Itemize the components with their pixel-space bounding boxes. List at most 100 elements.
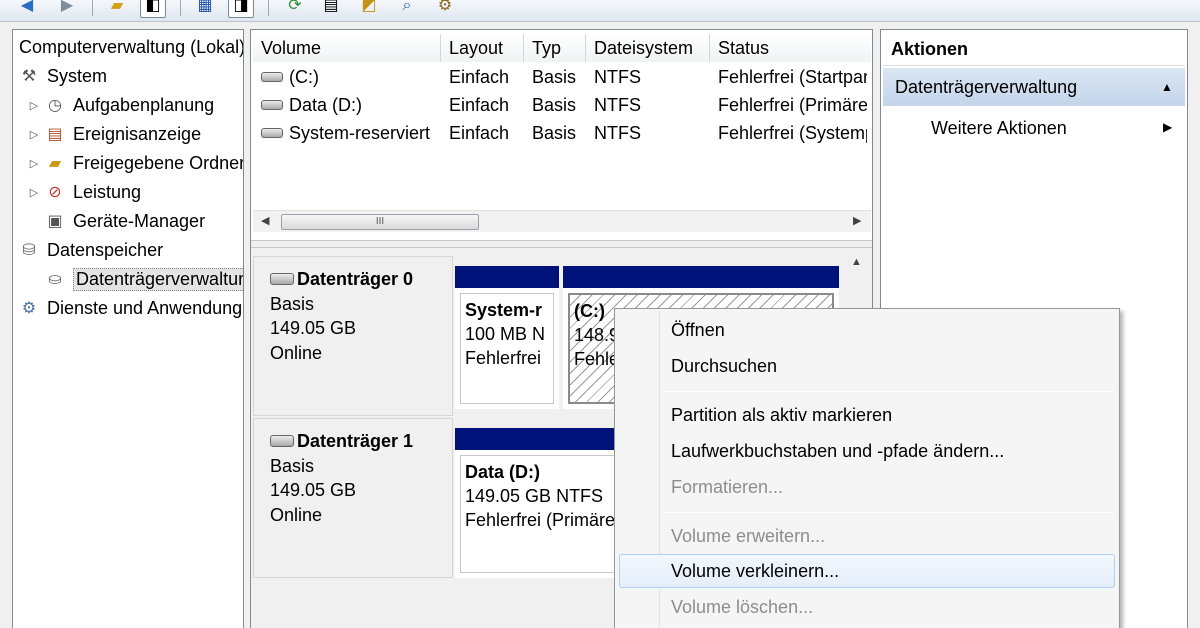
collapse-triangle-icon[interactable]: ▲: [1161, 68, 1173, 106]
tree-item-label: Freigegebene Ordner: [73, 152, 244, 173]
column-header-dateisystem[interactable]: Dateisystem: [586, 34, 710, 62]
toolbar-separator: [92, 0, 93, 16]
layout-cell: Einfach: [449, 122, 510, 143]
more-actions-label: Weitere Aktionen: [931, 118, 1067, 138]
partition-system-reserved[interactable]: System-r 100 MB N Fehlerfrei: [455, 266, 559, 409]
volume-row[interactable]: Data (D:) Einfach Basis NTFS Fehlerfrei …: [253, 91, 867, 119]
volume-cell: (C:): [253, 67, 441, 88]
settings-icon[interactable]: ⚙: [432, 0, 458, 18]
toolbar-separator: [268, 0, 269, 16]
refresh-icon[interactable]: ⟳: [282, 0, 308, 18]
event-log-icon: ▤: [47, 126, 63, 143]
expand-arrow-icon[interactable]: ▷: [25, 99, 43, 112]
status-cell: Fehlerfrei (Systempartition): [718, 122, 867, 143]
disk-title: Datenträger 1: [270, 429, 452, 454]
expand-arrow-icon[interactable]: ▷: [25, 128, 43, 141]
actions-section-label: Datenträgerverwaltung: [895, 77, 1078, 97]
disk-state: Online: [270, 342, 323, 363]
tree-item-label: Datenspeicher: [47, 239, 164, 260]
tree-item-ereignisanzeige[interactable]: ▷ ▤ Ereignisanzeige: [25, 120, 201, 148]
volume-list-header: Volume Layout Typ Dateisystem Status: [253, 34, 871, 62]
filesystem-cell: NTFS: [594, 94, 641, 115]
menu-item-durchsuchen[interactable]: Durchsuchen: [619, 349, 1115, 383]
type-cell: Basis: [532, 122, 577, 143]
drive-icon: [261, 100, 283, 110]
pane-splitter[interactable]: [251, 240, 872, 248]
column-header-layout[interactable]: Layout: [441, 34, 524, 62]
column-header-typ[interactable]: Typ: [524, 34, 586, 62]
menu-item-laufwerkbuchstaben[interactable]: Laufwerkbuchstaben und -pfade ändern...: [619, 434, 1115, 468]
properties-icon[interactable]: ▦: [192, 0, 218, 18]
partition-body: System-r 100 MB N Fehlerfrei: [460, 293, 554, 404]
tree-item-leistung[interactable]: ▷ ⊘ Leistung: [25, 178, 141, 206]
disk-1-label[interactable]: Datenträger 1 Basis 149.05 GB Online: [253, 418, 453, 578]
volume-cell: Data (D:): [253, 95, 441, 116]
column-header-volume[interactable]: Volume: [253, 34, 441, 62]
disk-state: Online: [270, 504, 323, 525]
partition-bar: [455, 266, 559, 288]
disk-size: 149.05 GB: [270, 318, 357, 338]
tree-item-geraete-manager[interactable]: ▣ Geräte-Manager: [43, 207, 205, 235]
open-icon[interactable]: ◩: [356, 0, 382, 18]
menu-item-partition-aktiv[interactable]: Partition als aktiv markieren: [619, 398, 1115, 432]
scroll-thumb[interactable]: III: [281, 214, 479, 230]
horizontal-scrollbar[interactable]: ◀ III ▶: [253, 210, 871, 232]
disk-icon: [270, 273, 294, 286]
actions-title: Aktionen: [883, 32, 1185, 66]
tree-item-datenspeicher[interactable]: ⛁ Datenspeicher: [17, 236, 163, 264]
column-header-status[interactable]: Status: [710, 34, 871, 62]
volume-name: Data (D:): [289, 94, 363, 115]
volume-name: System-reserviert: [289, 122, 431, 143]
actions-section-header[interactable]: Datenträgerverwaltung ▲: [883, 68, 1185, 106]
scroll-right-icon[interactable]: ▶: [853, 214, 861, 227]
menu-item-volume-verkleinern[interactable]: Volume verkleinern...: [619, 554, 1115, 588]
tree-item-label: Aufgabenplanung: [73, 94, 215, 115]
device-manager-icon: ▣: [47, 213, 63, 230]
disk-name: Datenträger 1: [297, 431, 414, 451]
menu-item-oeffnen[interactable]: Öffnen: [619, 313, 1115, 347]
tree-item-label: Geräte-Manager: [73, 210, 206, 231]
up-folder-icon[interactable]: ▰: [104, 0, 130, 18]
tree-item-aufgabenplanung[interactable]: ▷ ◷ Aufgabenplanung: [25, 91, 214, 119]
filesystem-cell: NTFS: [594, 122, 641, 143]
tree-item-freigegebene-ordner[interactable]: ▷ ▰ Freigegebene Ordner: [25, 149, 244, 177]
performance-icon: ⊘: [48, 184, 62, 201]
disk-0-label[interactable]: Datenträger 0 Basis 149.05 GB Online: [253, 256, 453, 416]
show-hide-tree-icon[interactable]: ◧: [140, 0, 166, 18]
volume-row[interactable]: System-reserviert Einfach Basis NTFS Feh…: [253, 119, 867, 147]
volume-row[interactable]: (C:) Einfach Basis NTFS Fehlerfrei (Star…: [253, 63, 867, 91]
shared-folder-icon: ▰: [48, 155, 62, 172]
scroll-left-icon[interactable]: ◀: [261, 214, 269, 227]
more-actions-item[interactable]: Weitere Aktionen: [931, 114, 1067, 142]
menu-item-volume-loeschen: Volume löschen...: [671, 597, 814, 617]
scroll-up-icon[interactable]: ▲: [851, 256, 862, 268]
toolbar-separator: [180, 0, 181, 16]
disk-name: Datenträger 0: [297, 269, 414, 289]
search-icon[interactable]: ⌕: [394, 0, 420, 18]
tree-item-label: Datenträgerverwaltung: [73, 267, 243, 291]
show-hide-action-icon[interactable]: ◨: [228, 0, 254, 18]
forward-arrow-icon[interactable]: ▶: [54, 0, 80, 18]
tree-item-datentraegerverwaltung[interactable]: ⛀ Datenträgerverwaltung: [43, 265, 243, 293]
menu-separator: [663, 391, 1115, 392]
status-cell: Fehlerfrei (Startpartition): [718, 66, 867, 87]
tree-item-label: System: [47, 65, 108, 86]
disk-type: Basis: [270, 293, 315, 314]
menu-item-formatieren: Formatieren...: [671, 477, 784, 497]
back-arrow-icon[interactable]: ◀: [14, 0, 40, 18]
tree-root[interactable]: Computerverwaltung (Lokal): [19, 33, 243, 61]
tree-item-system[interactable]: ⚒ System: [17, 62, 107, 90]
tree-item-label: Ereignisanzeige: [73, 123, 202, 144]
expand-arrow-icon[interactable]: ▷: [25, 186, 43, 199]
type-cell: Basis: [532, 94, 577, 115]
export-list-icon[interactable]: ▤: [318, 0, 344, 18]
expand-arrow-icon[interactable]: ▷: [25, 157, 43, 170]
context-menu: Öffnen Durchsuchen Partition als aktiv m…: [614, 308, 1120, 628]
tree-item-dienste[interactable]: ⚙ Dienste und Anwendungen: [17, 294, 243, 322]
drive-icon: [261, 72, 283, 82]
clock-icon: ◷: [48, 97, 62, 114]
tree-item-label: Leistung: [73, 181, 142, 202]
console-tree: Computerverwaltung (Lokal) ⚒ System ▷ ◷ …: [12, 29, 244, 628]
status-cell: Fehlerfrei (Primäre Partition): [718, 94, 867, 115]
disk-management-icon: ⛀: [48, 271, 62, 288]
